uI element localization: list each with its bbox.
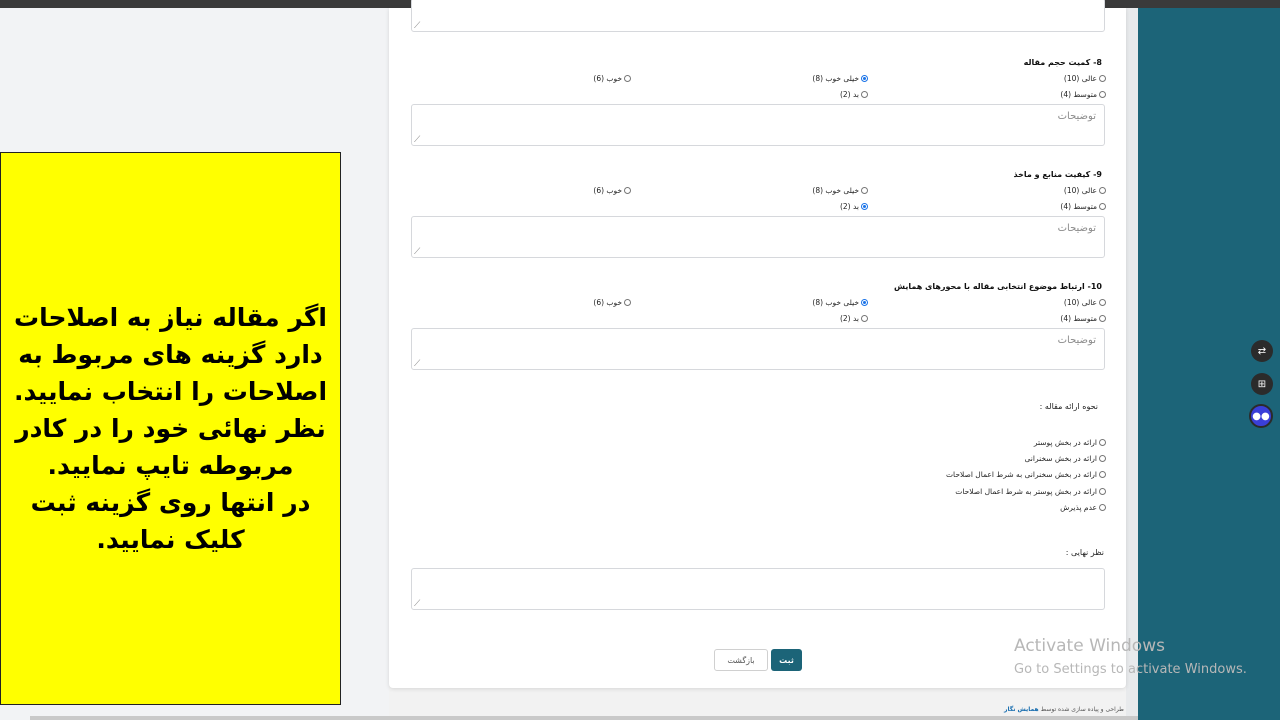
comments-textarea-9[interactable]: توضیحات ⟋ [411, 216, 1105, 258]
radio-icon[interactable] [1099, 299, 1106, 306]
instruction-note: اگر مقاله نیاز به اصلاحات دارد گزینه های… [0, 152, 341, 705]
site-footer: طراحی و پیاده سازی شده توسط همایش نگار [1004, 706, 1124, 713]
option-label: بد (2) [839, 202, 859, 211]
option-label: متوسط (4) [1060, 90, 1097, 99]
option-label: خوب (6) [593, 186, 622, 195]
option-label: عالی (10) [1063, 186, 1097, 195]
q10-option-average[interactable]: متوسط (4) [1060, 314, 1106, 323]
footer-brand-link[interactable]: همایش نگار [1004, 706, 1039, 713]
grid-icon[interactable]: ⊞ [1251, 373, 1273, 395]
q8-option-bad[interactable]: بد (2) [840, 90, 868, 99]
option-label: ارائه در بخش سخنرانی به شرط اعمال اصلاحا… [946, 470, 1097, 479]
review-form-card: ⟋ 8- کمیت حجم مقاله عالی (10) متوسط (4) … [389, 0, 1126, 688]
option-label: خیلی خوب (8) [812, 186, 859, 195]
option-label: خوب (6) [593, 74, 622, 83]
side-panel [1138, 8, 1280, 720]
resize-handle-icon[interactable]: ⟋ [414, 600, 420, 609]
instruction-note-text: اگر مقاله نیاز به اصلاحات دارد گزینه های… [13, 303, 328, 554]
option-label: خیلی خوب (8) [812, 298, 859, 307]
submit-button[interactable]: ثبت [771, 649, 802, 671]
option-label: ارائه در بخش پوستر به شرط اعمال اصلاحات [955, 487, 1097, 496]
q9-option-bad[interactable]: بد (2) [840, 202, 868, 211]
q8-option-good[interactable]: خوب (6) [593, 74, 631, 83]
option-label: بد (2) [839, 90, 859, 99]
comments-textarea-10[interactable]: توضیحات ⟋ [411, 328, 1105, 370]
radio-selected-icon[interactable] [861, 299, 868, 306]
page-gutter-right [1126, 8, 1138, 720]
option-label: متوسط (4) [1060, 202, 1097, 211]
q10-option-excellent[interactable]: عالی (10) [1064, 298, 1106, 307]
radio-icon[interactable] [624, 75, 631, 82]
footer-text: طراحی و پیاده سازی شده توسط [1040, 706, 1124, 713]
comments-placeholder: توضیحات [1057, 335, 1096, 346]
q8-option-very-good[interactable]: خیلی خوب (8) [812, 74, 868, 83]
option-label: بد (2) [839, 314, 859, 323]
comments-textarea-7[interactable]: ⟋ [411, 0, 1105, 32]
radio-icon[interactable] [1099, 504, 1106, 511]
q9-option-excellent[interactable]: عالی (10) [1064, 186, 1106, 195]
q9-option-good[interactable]: خوب (6) [593, 186, 631, 195]
resize-handle-icon[interactable]: ⟋ [414, 22, 420, 31]
radio-icon[interactable] [861, 91, 868, 98]
radio-icon[interactable] [1099, 75, 1106, 82]
resize-handle-icon[interactable]: ⟋ [414, 248, 420, 257]
option-label: خوب (6) [593, 298, 622, 307]
radio-icon[interactable] [1099, 91, 1106, 98]
q8-option-average[interactable]: متوسط (4) [1060, 90, 1106, 99]
presentation-option-poster-with-revisions[interactable]: ارائه در بخش پوستر به شرط اعمال اصلاحات [955, 487, 1106, 496]
question-8-title: 8- کمیت حجم مقاله [1023, 58, 1102, 67]
presentation-option-reject[interactable]: عدم پذیرش [1060, 503, 1106, 512]
q9-option-very-good[interactable]: خیلی خوب (8) [812, 186, 868, 195]
q10-option-bad[interactable]: بد (2) [840, 314, 868, 323]
comments-textarea-8[interactable]: توضیحات ⟋ [411, 104, 1105, 146]
assistant-icon[interactable]: ●● [1249, 404, 1273, 428]
activate-windows-title: Activate Windows [1014, 636, 1165, 656]
radio-icon[interactable] [1099, 471, 1106, 478]
radio-selected-icon[interactable] [861, 203, 868, 210]
q10-option-good[interactable]: خوب (6) [593, 298, 631, 307]
final-opinion-textarea[interactable]: ⟋ [411, 568, 1105, 610]
option-label: خیلی خوب (8) [812, 74, 859, 83]
q10-option-very-good[interactable]: خیلی خوب (8) [812, 298, 868, 307]
translate-icon[interactable]: ⇄ [1251, 340, 1273, 362]
option-label: عالی (10) [1063, 298, 1097, 307]
radio-icon[interactable] [1099, 455, 1106, 462]
radio-icon[interactable] [861, 315, 868, 322]
radio-icon[interactable] [624, 299, 631, 306]
presentation-method-label: نحوه ارائه مقاله : [1039, 402, 1098, 411]
option-label: ارائه در بخش سخنرانی [1024, 454, 1097, 463]
option-label: عدم پذیرش [1060, 503, 1097, 512]
question-9-title: 9- کیفیت منابع و ماخذ [1013, 170, 1102, 179]
back-button[interactable]: بازگشت [714, 649, 768, 671]
radio-icon[interactable] [1099, 187, 1106, 194]
radio-icon[interactable] [861, 187, 868, 194]
radio-icon[interactable] [1099, 315, 1106, 322]
final-opinion-label: نظر نهایی : [1065, 548, 1104, 557]
option-label: ارائه در بخش پوستر [1033, 438, 1097, 447]
horizontal-scrollbar[interactable] [30, 716, 1138, 720]
resize-handle-icon[interactable]: ⟋ [414, 136, 420, 145]
radio-selected-icon[interactable] [861, 75, 868, 82]
comments-placeholder: توضیحات [1057, 223, 1096, 234]
radio-icon[interactable] [1099, 488, 1106, 495]
activate-windows-subtitle: Go to Settings to activate Windows. [1014, 662, 1247, 677]
question-10-title: 10- ارتباط موضوع انتخابی مقاله با محورها… [894, 282, 1102, 291]
radio-icon[interactable] [1099, 203, 1106, 210]
presentation-option-poster[interactable]: ارائه در بخش پوستر [1034, 438, 1106, 447]
option-label: عالی (10) [1063, 74, 1097, 83]
option-label: متوسط (4) [1060, 314, 1097, 323]
presentation-option-lecture[interactable]: ارائه در بخش سخنرانی [1025, 454, 1106, 463]
presentation-option-lecture-with-revisions[interactable]: ارائه در بخش سخنرانی به شرط اعمال اصلاحا… [946, 470, 1106, 479]
q8-option-excellent[interactable]: عالی (10) [1064, 74, 1106, 83]
radio-icon[interactable] [624, 187, 631, 194]
resize-handle-icon[interactable]: ⟋ [414, 360, 420, 369]
q9-option-average[interactable]: متوسط (4) [1060, 202, 1106, 211]
radio-icon[interactable] [1099, 439, 1106, 446]
comments-placeholder: توضیحات [1057, 111, 1096, 122]
